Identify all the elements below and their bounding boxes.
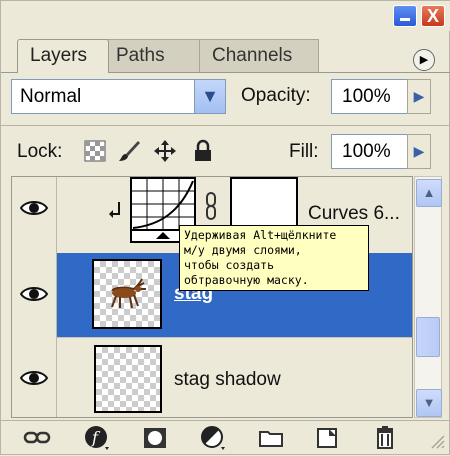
layer-thumbnail [92, 259, 162, 329]
close-button[interactable]: X [421, 5, 445, 27]
tooltip-line: Удерживая Alt+щёлкните [184, 228, 337, 242]
fill-slider-button[interactable]: ▶ [407, 134, 431, 169]
tooltip-line: обтравочную маску. [184, 273, 309, 287]
tab-layers[interactable]: Layers [17, 39, 109, 73]
visibility-toggle[interactable] [12, 337, 57, 417]
lock-all-padlock-icon[interactable] [191, 139, 215, 163]
layer-thumbnail [94, 345, 162, 413]
lock-position-move-icon[interactable] [153, 139, 177, 163]
layer-name: stag shadow [174, 369, 281, 390]
eye-icon [20, 287, 48, 301]
clip-arrow-icon [109, 202, 120, 218]
add-mask-icon[interactable] [141, 425, 169, 451]
new-layer-icon[interactable] [313, 425, 341, 451]
eye-icon [20, 371, 48, 385]
panel-menu-button[interactable]: ▶ [413, 49, 435, 71]
resize-grip-icon[interactable] [429, 433, 445, 449]
scroll-down-button[interactable]: ▼ [416, 389, 442, 417]
minimize-button[interactable] [393, 5, 417, 27]
layer-row-stag-shadow[interactable]: stag shadow [12, 337, 412, 417]
visibility-toggle[interactable] [12, 177, 57, 253]
layer-name: Curves 6... [308, 203, 400, 224]
blend-mode-select[interactable]: Normal ▼ [11, 79, 226, 114]
fill-label: Fill: [289, 141, 319, 162]
visibility-toggle[interactable] [12, 253, 57, 337]
layer-style-icon[interactable]: f [83, 425, 111, 451]
layers-scrollbar[interactable]: ▲ ▼ [414, 176, 442, 418]
stag-image-icon [111, 278, 146, 309]
layers-panel: X Paths Channels Layers ▶ Normal ▼ Opaci… [0, 0, 450, 455]
tooltip-line: м/у двумя слоями, [184, 243, 302, 257]
opacity-slider-button[interactable]: ▶ [407, 79, 431, 114]
link-icon[interactable] [23, 425, 51, 451]
eye-icon [20, 201, 48, 215]
layers-list: Curves 6... stag stag shadow [11, 176, 413, 418]
chevron-down-icon[interactable]: ▼ [194, 80, 225, 113]
layers-toolbar: f [1, 421, 450, 456]
opacity-label: Opacity: [241, 85, 311, 106]
trash-icon[interactable] [371, 425, 399, 451]
lock-transparency-icon[interactable] [83, 139, 107, 163]
lock-label: Lock: [17, 141, 63, 162]
lock-pixels-brush-icon[interactable] [117, 139, 141, 163]
adjustment-layer-icon[interactable] [199, 425, 227, 451]
folder-icon[interactable] [257, 425, 285, 451]
scroll-up-button[interactable]: ▲ [416, 179, 442, 207]
clipping-mask-tooltip: Удерживая Alt+щёлкните м/у двумя слоями,… [179, 225, 369, 291]
tab-paths[interactable]: Paths [103, 39, 201, 72]
scroll-thumb[interactable] [416, 317, 440, 357]
divider [1, 125, 450, 126]
mask-link-chain-icon[interactable] [204, 191, 218, 221]
title-bar: X [1, 1, 450, 31]
tooltip-line: чтобы создать [184, 258, 275, 272]
tab-channels[interactable]: Channels [199, 39, 319, 72]
panel-tabs: Paths Channels Layers [11, 39, 441, 73]
blend-mode-value: Normal [20, 86, 82, 107]
